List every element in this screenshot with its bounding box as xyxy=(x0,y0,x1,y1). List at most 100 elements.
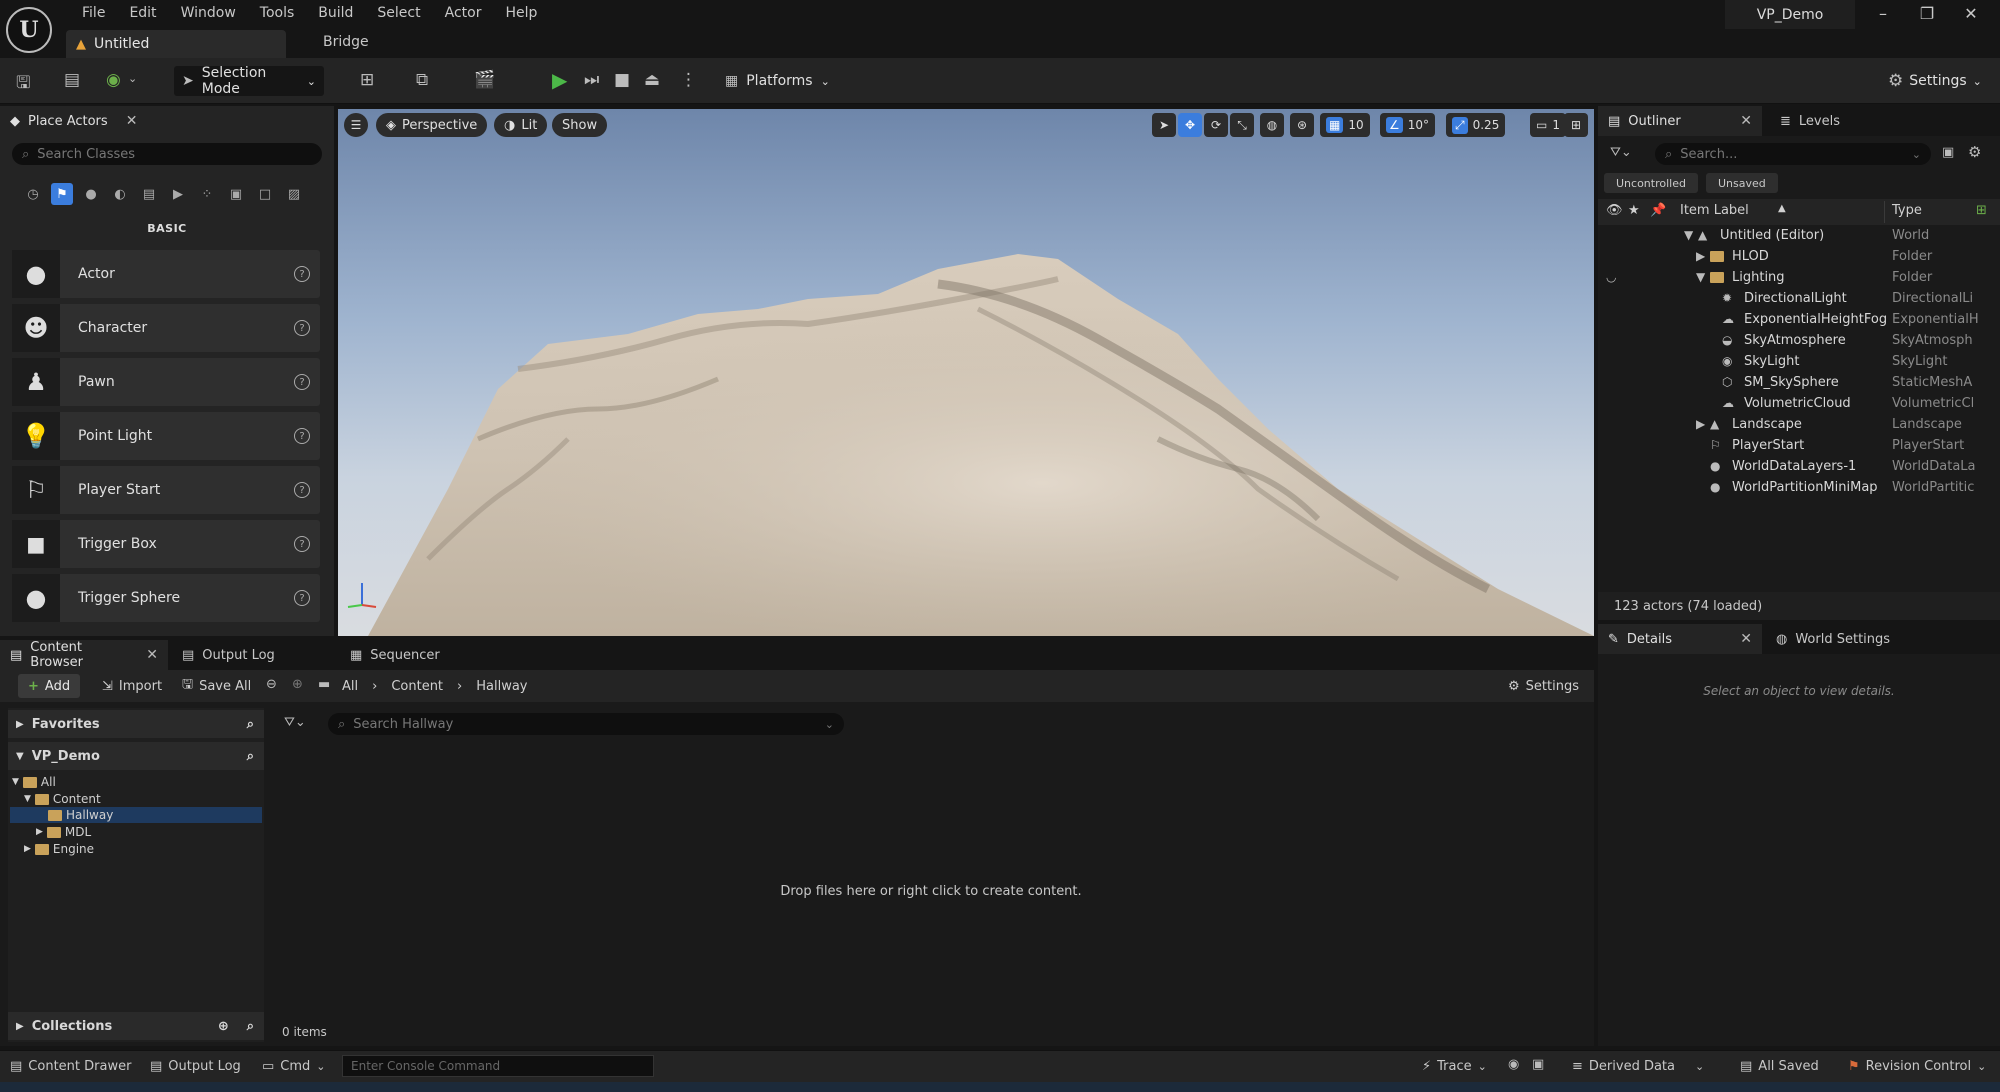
level-viewport[interactable] xyxy=(338,109,1594,636)
chevron-down-icon[interactable]: ⌄ xyxy=(128,72,137,85)
screenshot-icon[interactable]: ▣ xyxy=(1532,1057,1544,1072)
forward-icon[interactable]: ⊕ xyxy=(292,677,303,692)
outliner-row-directional-light[interactable]: ✹ DirectionalLight DirectionalLi xyxy=(1598,289,2000,310)
outliner-row-minimap[interactable]: ● WorldPartitionMiniMap WorldPartitic xyxy=(1598,478,2000,499)
tree-item-engine[interactable]: ▶ Engine xyxy=(24,841,94,857)
close-icon[interactable]: ✕ xyxy=(1740,113,1752,129)
menu-select[interactable]: Select xyxy=(365,2,432,24)
outliner-row-fog[interactable]: ☁ ExponentialHeightFog ExponentialH xyxy=(1598,310,2000,331)
document-tab-untitled[interactable]: ▲ Untitled xyxy=(66,30,286,58)
search-classes-input[interactable]: ⌕ Search Classes xyxy=(12,143,322,165)
outliner-row-hlod[interactable]: ▶ HLOD Folder xyxy=(1598,247,2000,268)
help-icon[interactable]: ? xyxy=(294,482,310,498)
console-input[interactable]: Enter Console Command xyxy=(342,1055,654,1077)
rotate-tool-icon[interactable]: ⟳ xyxy=(1204,113,1228,137)
outliner-row-world-data-layers[interactable]: ● WorldDataLayers-1 WorldDataLa xyxy=(1598,457,2000,478)
scale-tool-icon[interactable]: ⤡ xyxy=(1230,113,1254,137)
help-icon[interactable]: ? xyxy=(294,590,310,606)
more-options-icon[interactable]: ⋮ xyxy=(680,70,697,90)
help-icon[interactable]: ? xyxy=(294,374,310,390)
close-icon[interactable]: ✕ xyxy=(146,647,158,663)
actor-item-character[interactable]: ☻ Character ? xyxy=(12,304,320,352)
surface-snap-icon[interactable]: ⊛ xyxy=(1290,113,1314,137)
document-tab-bridge[interactable]: Bridge xyxy=(323,34,369,50)
add-actor-icon[interactable]: ⊞ xyxy=(360,70,374,90)
actor-item-actor[interactable]: ● Actor ? xyxy=(12,250,320,298)
star-icon[interactable]: ★ xyxy=(1628,203,1640,218)
help-icon[interactable]: ? xyxy=(294,428,310,444)
import-button[interactable]: ⇲ Import xyxy=(102,674,162,698)
tree-item-content[interactable]: ▼ Content xyxy=(24,791,101,807)
grid-snap-toggle[interactable]: ▦ 10 xyxy=(1320,113,1370,137)
expanded-arrow-icon[interactable]: ▼ xyxy=(1696,270,1705,284)
column-item-label[interactable]: Item Label xyxy=(1680,203,1749,218)
menu-actor[interactable]: Actor xyxy=(433,2,494,24)
restore-icon[interactable]: ❐ xyxy=(1914,4,1940,23)
filter-uncontrolled[interactable]: Uncontrolled xyxy=(1604,173,1698,193)
content-search-input[interactable]: ⌕ Search Hallway ⌄ xyxy=(328,713,844,735)
tab-details[interactable]: ✎ Details ✕ xyxy=(1598,624,1762,654)
close-icon[interactable]: ✕ xyxy=(1958,4,1984,23)
output-log-button[interactable]: ▤ Output Log xyxy=(150,1050,241,1082)
search-icon[interactable]: ⌕ xyxy=(247,1019,254,1034)
actor-item-trigger-sphere[interactable]: ● Trigger Sphere ? xyxy=(12,574,320,622)
add-folder-icon[interactable]: ▣ xyxy=(1942,145,1954,160)
breadcrumb-all[interactable]: All xyxy=(342,679,358,694)
more-icon[interactable]: ▨ xyxy=(283,183,305,205)
stop-icon[interactable]: ■ xyxy=(614,70,630,90)
eject-icon[interactable]: ⏏ xyxy=(644,70,660,90)
visibility-toggle-icon[interactable]: ◡ xyxy=(1606,270,1616,284)
close-icon[interactable]: ✕ xyxy=(1740,631,1752,647)
outliner-row-sky-atmosphere[interactable]: ◒ SkyAtmosphere SkyAtmosph xyxy=(1598,331,2000,352)
actor-item-player-start[interactable]: ⚐ Player Start ? xyxy=(12,466,320,514)
rotation-snap-toggle[interactable]: ∠ 10° xyxy=(1380,113,1436,137)
collections-header[interactable]: ▶ Collections ⊕ ⌕ xyxy=(8,1012,264,1040)
help-icon[interactable]: ? xyxy=(294,266,310,282)
filter-icon[interactable]: ⛛⌄ xyxy=(1610,145,1632,160)
visibility-icon[interactable]: 👁 xyxy=(1606,203,1623,218)
outliner-row-volumetric-cloud[interactable]: ☁ VolumetricCloud VolumetricCl xyxy=(1598,394,2000,415)
basic-icon[interactable]: ⚑ xyxy=(51,183,73,205)
search-icon[interactable]: ⌕ xyxy=(247,717,254,732)
tab-outliner[interactable]: ▤ Outliner ✕ xyxy=(1598,106,1762,136)
project-header[interactable]: ▼ VP_Demo ⌕ xyxy=(8,742,264,770)
shapes-icon[interactable]: ◐ xyxy=(109,183,131,205)
actor-item-trigger-box[interactable]: ◼ Trigger Box ? xyxy=(12,520,320,568)
menu-build[interactable]: Build xyxy=(306,2,365,24)
settings-dropdown[interactable]: ⚙ Settings ⌄ xyxy=(1888,66,1982,96)
outliner-search-input[interactable]: ⌕ Search... ⌄ xyxy=(1655,143,1931,165)
actor-item-point-light[interactable]: 💡 Point Light ? xyxy=(12,412,320,460)
content-drawer-button[interactable]: ▤ Content Drawer xyxy=(10,1050,131,1082)
menu-tools[interactable]: Tools xyxy=(248,2,307,24)
visual-effects-icon[interactable]: ▶ xyxy=(167,183,189,205)
tab-content-browser[interactable]: ▤ Content Browser ✕ xyxy=(0,640,168,670)
save-all-button[interactable]: 🖫 Save All xyxy=(182,674,251,698)
viewport-layout-icon[interactable]: ⊞ xyxy=(1564,113,1588,137)
save-icon[interactable]: 🖫 xyxy=(16,70,30,99)
revision-control-dropdown[interactable]: ⚑ Revision Control ⌄ xyxy=(1848,1050,1986,1082)
filter-icon[interactable]: ⛛⌄ xyxy=(284,715,306,730)
geometry-icon[interactable]: ⁘ xyxy=(196,183,218,205)
tab-sequencer[interactable]: ▦ Sequencer xyxy=(340,640,450,670)
show-button[interactable]: Show xyxy=(552,113,608,137)
add-column-icon[interactable]: ⊞ xyxy=(1976,203,1987,218)
cinematics-icon[interactable]: 🎬 xyxy=(474,70,495,90)
actor-item-pawn[interactable]: ♟ Pawn ? xyxy=(12,358,320,406)
expanded-arrow-icon[interactable]: ▼ xyxy=(1684,228,1693,242)
collapsed-arrow-icon[interactable]: ▶ xyxy=(1696,417,1705,431)
outliner-row-landscape[interactable]: ▶ ▲ Landscape Landscape xyxy=(1598,415,2000,436)
translate-tool-icon[interactable]: ✥ xyxy=(1178,113,1202,137)
camera-speed-button[interactable]: ▭ 1 xyxy=(1530,113,1566,137)
viewport-menu-icon[interactable]: ☰ xyxy=(344,113,368,137)
cmd-dropdown[interactable]: ▭ Cmd ⌄ xyxy=(262,1050,326,1082)
select-tool-icon[interactable]: ➤ xyxy=(1152,113,1176,137)
selection-mode-dropdown[interactable]: ➤ Selection Mode ⌄ xyxy=(174,65,324,97)
tab-place-actors[interactable]: ◆ Place Actors ✕ xyxy=(0,106,168,136)
add-collection-icon[interactable]: ⊕ xyxy=(218,1019,229,1034)
derived-data-dropdown[interactable]: ≡ Derived Data ⌄ xyxy=(1572,1050,1704,1082)
tree-item-all[interactable]: ▼ All xyxy=(12,774,56,790)
search-icon[interactable]: ⌕ xyxy=(247,749,254,764)
back-icon[interactable]: ⊖ xyxy=(266,677,277,692)
add-button[interactable]: + Add xyxy=(18,674,81,698)
record-icon[interactable]: ◉ xyxy=(1508,1057,1519,1072)
